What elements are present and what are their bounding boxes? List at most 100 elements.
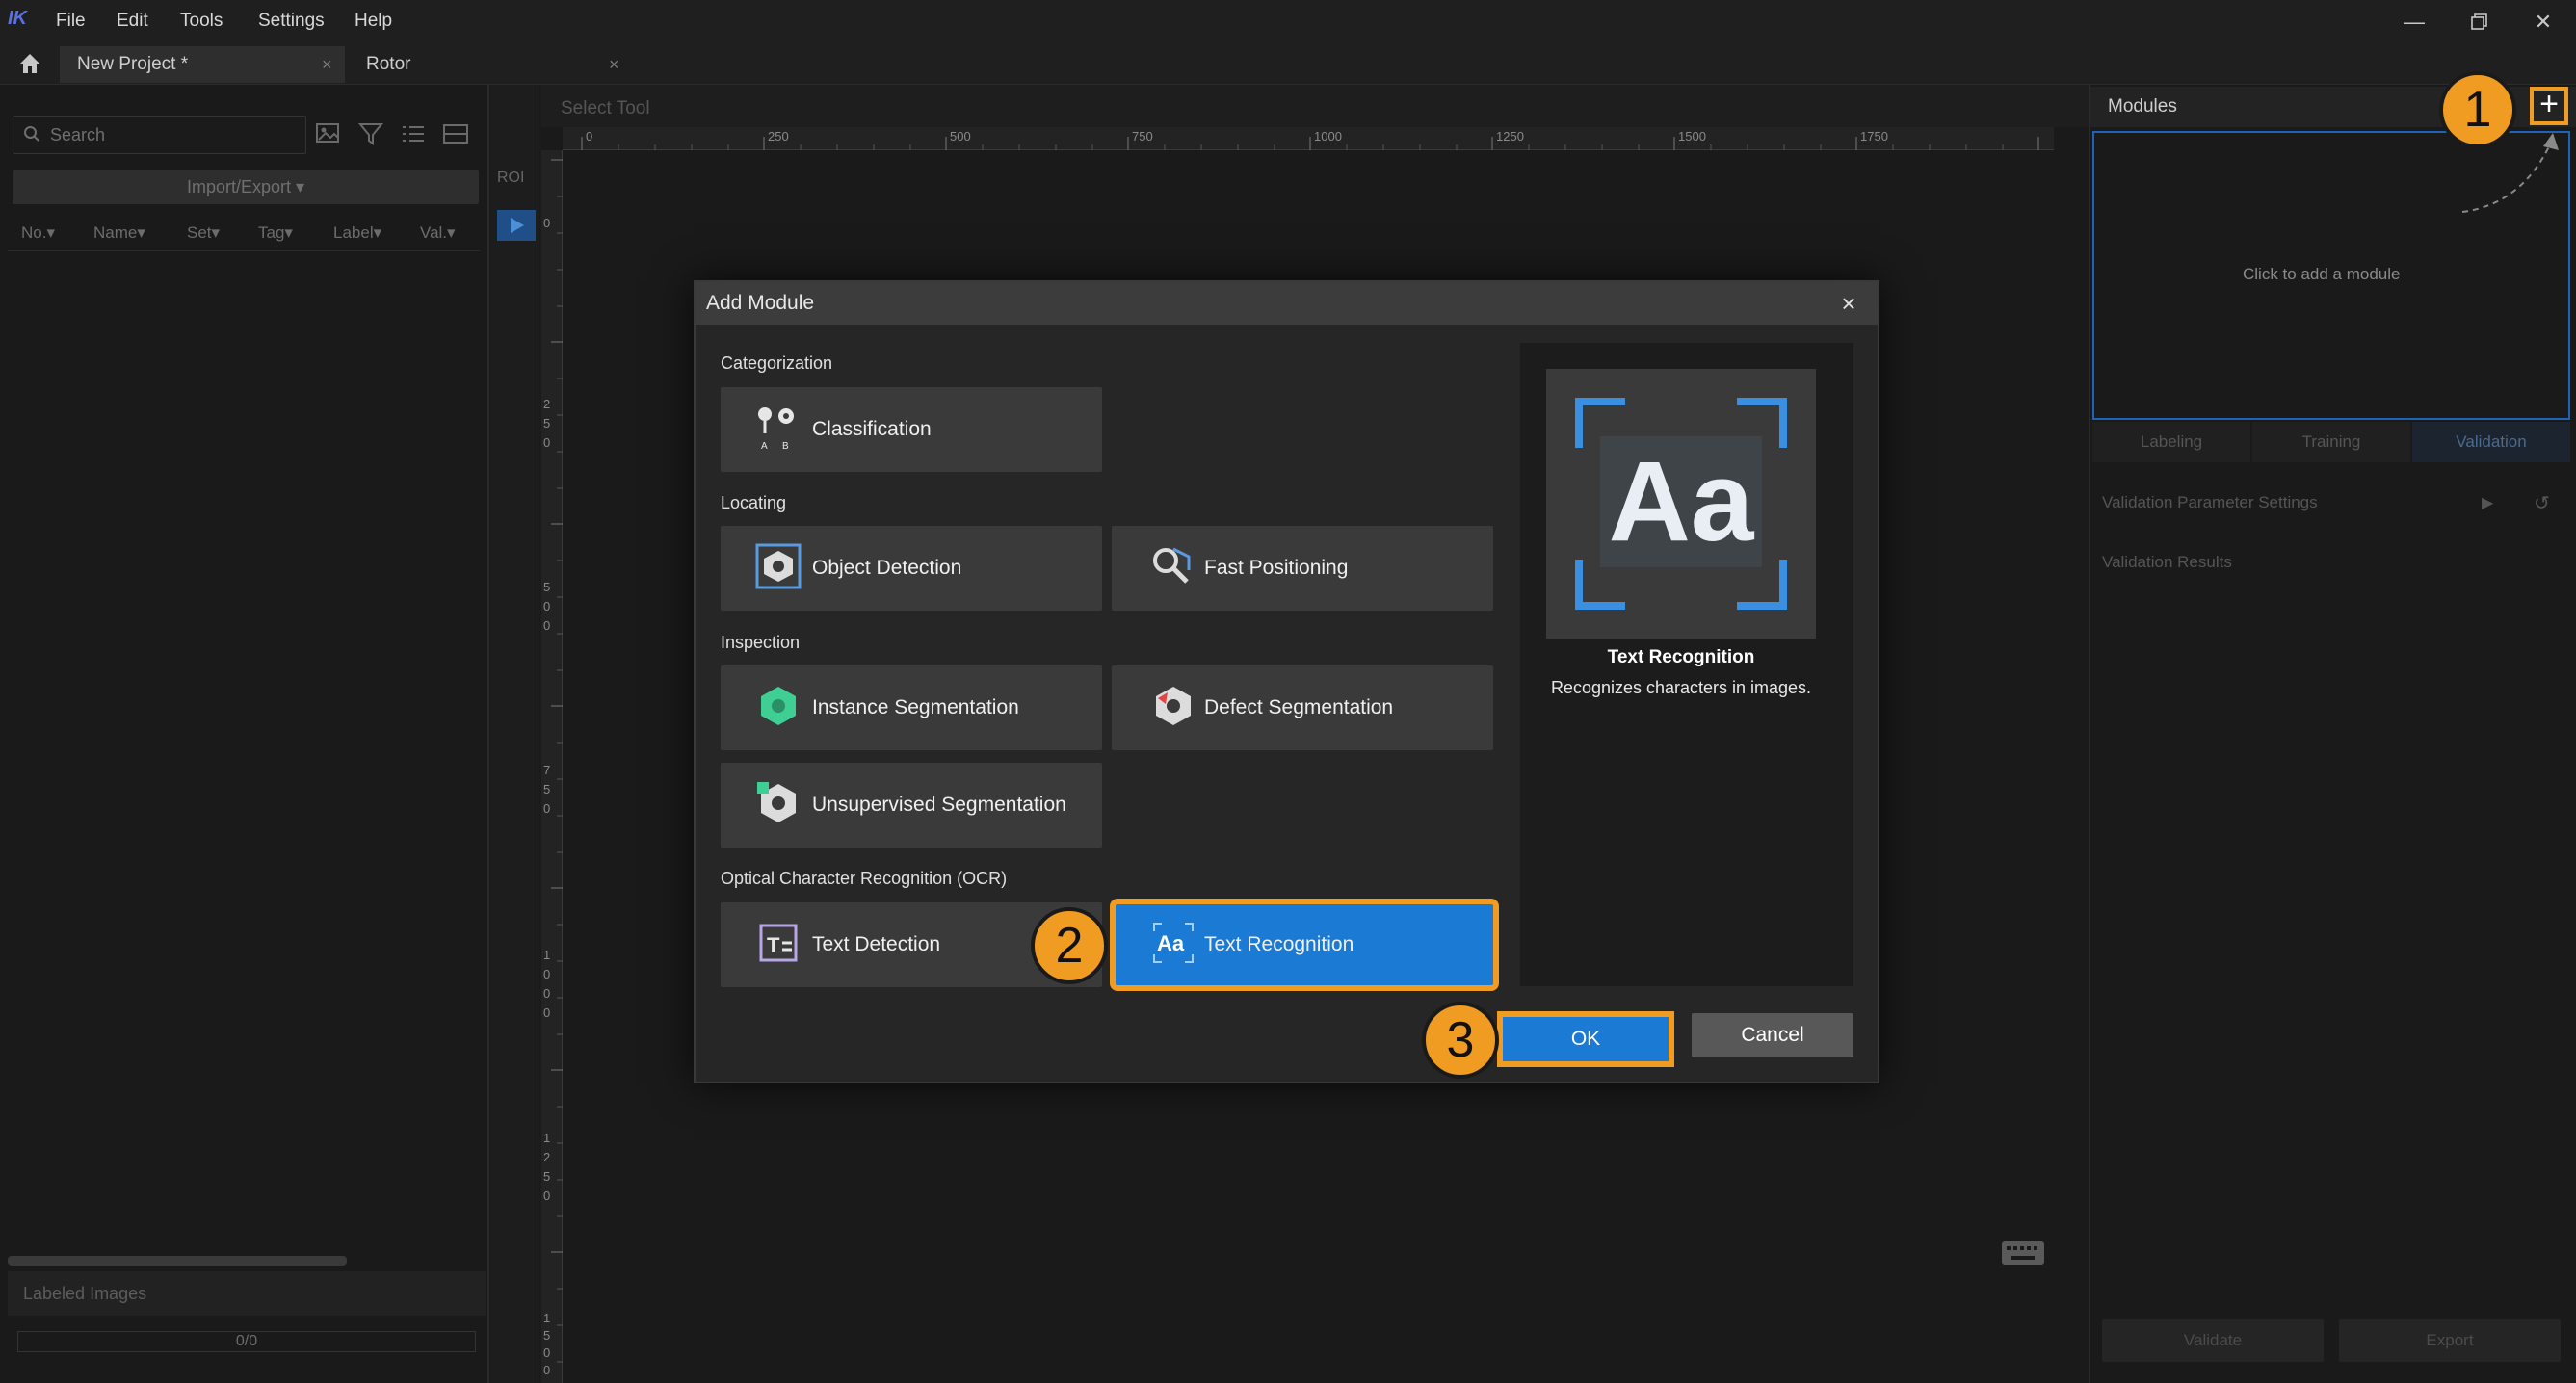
object-detection-icon — [753, 541, 803, 591]
module-label: Defect Segmentation — [1204, 696, 1394, 718]
instance-segmentation-icon — [753, 681, 803, 731]
module-label: Text Detection — [812, 933, 941, 955]
add-module-button[interactable]: + — [2530, 87, 2568, 125]
menu-settings[interactable]: Settings — [258, 11, 325, 32]
list-view-icon[interactable] — [399, 119, 430, 150]
col-label[interactable]: Label▾ — [333, 223, 381, 243]
app-logo: IK — [8, 8, 27, 29]
add-module-hint: Click to add a module — [2243, 265, 2401, 283]
ruler-label: 2 5 0 — [543, 397, 551, 450]
labeling-tab-label: Labeling — [2140, 432, 2203, 451]
category-locating: Locating — [721, 493, 787, 512]
module-label: Instance Segmentation — [812, 696, 1019, 718]
dialog-header — [696, 282, 1878, 325]
labeled-counter: 0/0 — [17, 1331, 476, 1352]
preview-title: Text Recognition — [1607, 647, 1755, 667]
gallery-view-icon[interactable] — [441, 119, 472, 150]
minimize-icon[interactable]: — — [2395, 6, 2433, 39]
category-ocr: Optical Character Recognition (OCR) — [721, 869, 1008, 888]
ruler-label: 1750 — [1860, 129, 1888, 144]
col-no[interactable]: No.▾ — [21, 223, 55, 243]
validation-results[interactable]: Validation Results — [2102, 553, 2232, 572]
module-label: Unsupervised Segmentation — [812, 794, 1066, 816]
col-name[interactable]: Name▾ — [93, 223, 145, 243]
ruler-label: 1 2 5 0 — [543, 1131, 551, 1203]
tab-training[interactable]: Training — [2252, 422, 2410, 462]
play-icon[interactable]: ▶ — [2482, 493, 2493, 512]
column-divider — [8, 250, 480, 251]
modules-title: Modules — [2108, 96, 2177, 117]
ruler-label: 1 5 0 0 — [543, 1311, 551, 1377]
search-icon — [23, 125, 40, 148]
svg-text:Aa: Aa — [1157, 931, 1185, 955]
ruler-label: 1500 — [1678, 129, 1706, 144]
tab-close-icon[interactable]: × — [322, 46, 332, 83]
ruler-label: 1 0 0 0 — [543, 948, 551, 1020]
ruler-label: 5 0 0 — [543, 580, 551, 633]
select-tool-label: Select Tool — [561, 98, 650, 118]
labeled-images-label: Labeled Images — [23, 1284, 147, 1303]
restore-icon[interactable] — [2460, 6, 2499, 39]
preview-image-text: Aa — [1609, 438, 1755, 565]
close-icon[interactable]: × — [1832, 287, 1865, 320]
module-label: Fast Positioning — [1204, 557, 1349, 579]
home-icon[interactable] — [17, 51, 46, 80]
col-val[interactable]: Val.▾ — [420, 223, 456, 243]
dialog-title: Add Module — [706, 292, 815, 314]
roi-label[interactable]: ROI — [497, 170, 524, 187]
ok-button[interactable]: OK — [1497, 1011, 1674, 1067]
menu-file[interactable]: File — [56, 11, 86, 32]
col-set[interactable]: Set▾ — [187, 223, 220, 243]
menu-edit[interactable]: Edit — [117, 11, 148, 32]
classification-icon: AB — [753, 403, 803, 453]
unsupervised-segmentation-icon — [753, 778, 803, 828]
module-label: Classification — [812, 418, 932, 440]
category-categorization: Categorization — [721, 353, 833, 373]
canvas-toolbar — [541, 85, 2089, 127]
image-filter-icon[interactable] — [314, 119, 345, 150]
validation-tab-label: Validation — [2456, 432, 2527, 451]
cancel-button[interactable]: Cancel — [1692, 1013, 1853, 1057]
ruler-label: 1250 — [1496, 129, 1524, 144]
svg-text:B: B — [782, 441, 789, 452]
filter-icon[interactable] — [356, 119, 387, 150]
tab-new-project[interactable]: New Project * — [60, 46, 345, 83]
defect-segmentation-icon — [1148, 681, 1198, 731]
ruler-label: 250 — [768, 129, 789, 144]
col-tag[interactable]: Tag▾ — [258, 223, 293, 243]
tab-validation[interactable]: Validation — [2412, 422, 2570, 462]
keyboard-icon[interactable] — [2000, 1239, 2046, 1267]
export-button[interactable]: Export — [2339, 1319, 2561, 1362]
horizontal-scrollbar[interactable] — [8, 1256, 347, 1266]
svg-text:T: T — [767, 933, 780, 957]
validate-button[interactable]: Validate — [2102, 1319, 2324, 1362]
preview-description: Recognizes characters in images. — [1550, 678, 1812, 697]
category-inspection: Inspection — [721, 633, 801, 652]
menu-help[interactable]: Help — [355, 11, 392, 32]
select-tool-icon[interactable] — [497, 210, 536, 241]
callout-badge-1: 1 — [2439, 71, 2516, 148]
ruler-label: 7 5 0 — [543, 763, 551, 816]
menu-tools[interactable]: Tools — [180, 11, 223, 32]
ruler-label: 500 — [950, 129, 971, 144]
validation-parameter-settings[interactable]: Validation Parameter Settings — [2102, 493, 2318, 512]
tab-rotor[interactable]: Rotor — [349, 46, 628, 83]
ruler-label: 750 — [1132, 129, 1153, 144]
tab-close-icon[interactable]: × — [609, 46, 619, 83]
module-label: Text Recognition — [1204, 933, 1354, 955]
close-window-icon[interactable]: ✕ — [2524, 6, 2563, 39]
ruler-label: 0 — [586, 129, 593, 144]
history-icon[interactable]: ↺ — [2534, 491, 2550, 515]
module-label: Object Detection — [812, 557, 962, 579]
search-placeholder: Search — [50, 125, 106, 144]
ruler-label: 1000 — [1314, 129, 1342, 144]
text-recognition-preview-image: Aa — [1546, 369, 1816, 639]
text-recognition-icon: Aa — [1148, 918, 1198, 968]
callout-badge-3: 3 — [1422, 1002, 1499, 1079]
tool-strip — [491, 85, 539, 1383]
svg-text:A: A — [761, 441, 768, 452]
tab-labeling[interactable]: Labeling — [2092, 422, 2250, 462]
training-tab-label: Training — [2301, 432, 2361, 451]
import-export-button[interactable]: Import/Export ▾ — [13, 170, 479, 204]
image-list-panel — [0, 85, 489, 1383]
